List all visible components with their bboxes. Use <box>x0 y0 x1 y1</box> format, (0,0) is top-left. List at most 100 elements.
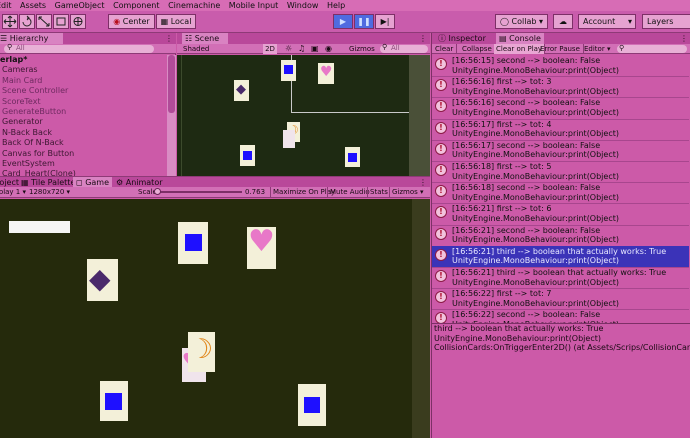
pivot-icon: ◉ <box>113 17 121 26</box>
console-log-entry[interactable]: [16:56:21] third --> boolean that actual… <box>432 245 689 268</box>
hierarchy-item[interactable]: Main Card <box>0 76 166 86</box>
hierarchy-item[interactable]: N-Back Back <box>0 128 166 138</box>
effects-icon[interactable]: ▣ <box>311 44 319 54</box>
console-log-entry[interactable]: [16:56:17] first --> tot: 4UnityEngine.M… <box>432 119 689 141</box>
menu-assets[interactable]: Assets <box>17 0 49 11</box>
scene-toolbar: Shaded 2D ☼ ♫ ▣ ◉ Gizmos ⚲ All <box>177 43 430 54</box>
console-log-entry[interactable]: [16:56:22] first --> tot: 7UnityEngine.M… <box>432 288 689 311</box>
layers-dropdown[interactable]: Layers <box>642 14 690 29</box>
move-tool-button[interactable] <box>2 14 18 29</box>
game-gizmos-dropdown[interactable]: Gizmos ▾ <box>389 187 424 197</box>
console-search-input[interactable]: ⚲ <box>617 44 687 53</box>
scene-search-placeholder: All <box>391 44 400 52</box>
console-log-entry[interactable]: [16:56:16] second --> boolean: FalseUnit… <box>432 97 689 120</box>
warning-icon <box>435 100 447 113</box>
scale-slider[interactable] <box>154 188 242 195</box>
pivot-local-button[interactable]: ▦ Local <box>156 14 196 29</box>
collapse-button[interactable]: Collapse <box>462 44 496 54</box>
console-detail-line[interactable]: CollisionCards:OnTriggerEnter2D() (at As… <box>434 343 690 353</box>
scale-tool-button[interactable] <box>36 14 52 29</box>
pause-button[interactable]: ❚❚ <box>354 14 374 29</box>
clear-button[interactable]: Clear <box>435 44 458 54</box>
scene-gizmos-dropdown[interactable]: Gizmos <box>349 44 379 54</box>
resolution-dropdown[interactable]: 1280x720 ▾ <box>29 187 77 197</box>
pause-icon: ❚❚ <box>357 17 371 26</box>
warning-icon <box>435 164 447 176</box>
hidden-objects-icon[interactable]: ◉ <box>325 44 332 54</box>
hierarchy-item[interactable]: EventSystem <box>0 159 166 169</box>
console-log-entry[interactable]: [16:56:22] second --> boolean: FalseUnit… <box>432 309 689 323</box>
hierarchy-search-input[interactable]: ⚲ All <box>4 43 154 53</box>
diamond-icon: ◆ <box>89 262 111 295</box>
console-log-entry[interactable]: [16:56:16] first --> tot: 3UnityEngine.M… <box>432 76 689 99</box>
game-viewport[interactable]: ♥ ◆ ♥ ☽ <box>0 199 430 438</box>
console-log-entry[interactable]: [16:56:21] third --> boolean that actual… <box>432 267 689 290</box>
hierarchy-scrollbar[interactable] <box>167 55 176 176</box>
menu-window[interactable]: Window <box>284 0 322 11</box>
console-log-stacktrace: UnityEngine.MonoBehaviour:print(Object) <box>452 213 619 223</box>
scene-viewport[interactable]: ♥ ◆ ☽ <box>177 55 430 176</box>
menu-cinemachine[interactable]: Cinemachine <box>165 0 223 11</box>
game-gizmos-label: Gizmos <box>392 188 418 196</box>
display-dropdown[interactable]: Display 1 ▾ <box>0 187 26 197</box>
shading-dropdown[interactable]: Shaded <box>183 44 258 54</box>
account-dropdown[interactable]: Account ▾ <box>578 14 636 29</box>
play-button[interactable]: ▶ <box>333 14 353 29</box>
mode-2d-toggle[interactable]: 2D <box>263 44 277 54</box>
hierarchy-scroll-thumb[interactable] <box>168 55 175 113</box>
panel-menu-icon[interactable]: ⋮ <box>162 33 176 44</box>
menu-mobile-input[interactable]: Mobile Input <box>226 0 282 11</box>
rect-tool-button[interactable] <box>53 14 69 29</box>
hierarchy-item[interactable]: Overlap* <box>0 55 166 65</box>
local-icon: ▦ <box>160 17 169 26</box>
collab-button[interactable]: ◯ Collab ▾ <box>495 14 548 29</box>
editor-dropdown[interactable]: Editor ▾ <box>584 44 610 54</box>
menu-component[interactable]: Component <box>110 0 162 11</box>
console-log-entry[interactable]: [16:56:18] first --> tot: 5UnityEngine.M… <box>432 161 689 184</box>
maximize-on-play-toggle[interactable]: Maximize On Play <box>270 187 335 197</box>
mute-audio-toggle[interactable]: Mute Audio <box>327 187 370 197</box>
scale-value: 0.763 <box>245 188 266 196</box>
console-log-entry[interactable]: [16:56:21] first --> tot: 6UnityEngine.M… <box>432 203 689 226</box>
stats-toggle[interactable]: Stats <box>367 187 388 197</box>
cloud-button[interactable]: ☁ <box>553 14 573 29</box>
hierarchy-item[interactable]: Canvas for Button <box>0 149 166 159</box>
scene-search-input[interactable]: ⚲ All <box>380 43 428 53</box>
menu-help[interactable]: Help <box>324 0 348 11</box>
hierarchy-item[interactable]: Cameras <box>0 65 166 75</box>
console-log-entry[interactable]: [16:56:21] second --> boolean: FalseUnit… <box>432 225 689 247</box>
console-log-stacktrace: UnityEngine.MonoBehaviour:print(Object) <box>452 298 619 308</box>
console-log-entry[interactable]: [16:56:17] second --> boolean: FalseUnit… <box>432 140 689 162</box>
console-log-entry[interactable]: [16:56:18] second --> boolean: FalseUnit… <box>432 182 689 205</box>
console-log-entry[interactable]: [16:56:15] second --> boolean: FalseUnit… <box>432 55 689 78</box>
menu-gameobject[interactable]: GameObject <box>52 0 108 11</box>
tab-inspector[interactable]: ⓘ Inspector <box>435 33 489 44</box>
hierarchy-item[interactable]: Generator <box>0 117 166 127</box>
card-diamond: ◆ <box>87 259 118 301</box>
scale-slider-handle[interactable] <box>154 188 161 195</box>
pivot-center-button[interactable]: ◉ Center <box>108 14 155 29</box>
error-pause-toggle[interactable]: Error Pause <box>540 44 584 54</box>
tab-tile-palette-label: Tile Palette <box>31 178 76 187</box>
tab-scene[interactable]: ☷ Scene <box>182 33 228 44</box>
audio-icon[interactable]: ♫ <box>298 44 305 54</box>
hierarchy-item[interactable]: ScoreText <box>0 97 166 107</box>
shading-label: Shaded <box>183 45 210 53</box>
lighting-icon[interactable]: ☼ <box>285 44 292 54</box>
step-button[interactable]: ▶| <box>375 14 395 29</box>
panel-menu-icon[interactable]: ⋮ <box>416 33 430 44</box>
warning-icon <box>435 206 447 219</box>
hierarchy-item[interactable]: Back Of N-Back <box>0 138 166 148</box>
clear-on-play-toggle[interactable]: Clear on Play <box>494 44 546 54</box>
tab-console[interactable]: ▤ Console <box>496 33 544 44</box>
console-log-list: [16:56:15] second --> boolean: FalseUnit… <box>432 55 690 323</box>
hierarchy-item[interactable]: GenerateButton <box>0 107 166 117</box>
panel-menu-icon[interactable]: ⋮ <box>677 33 690 44</box>
hierarchy-item[interactable]: Scene Controller <box>0 86 166 96</box>
card-heart: ♥ <box>318 63 334 84</box>
animator-icon: ⚙ <box>116 178 124 187</box>
transform-tool-button[interactable] <box>70 14 86 29</box>
console-log-message: [16:56:18] second --> boolean: False <box>452 183 601 193</box>
rotate-tool-button[interactable] <box>19 14 35 29</box>
menu-edit[interactable]: Edit <box>0 0 15 11</box>
